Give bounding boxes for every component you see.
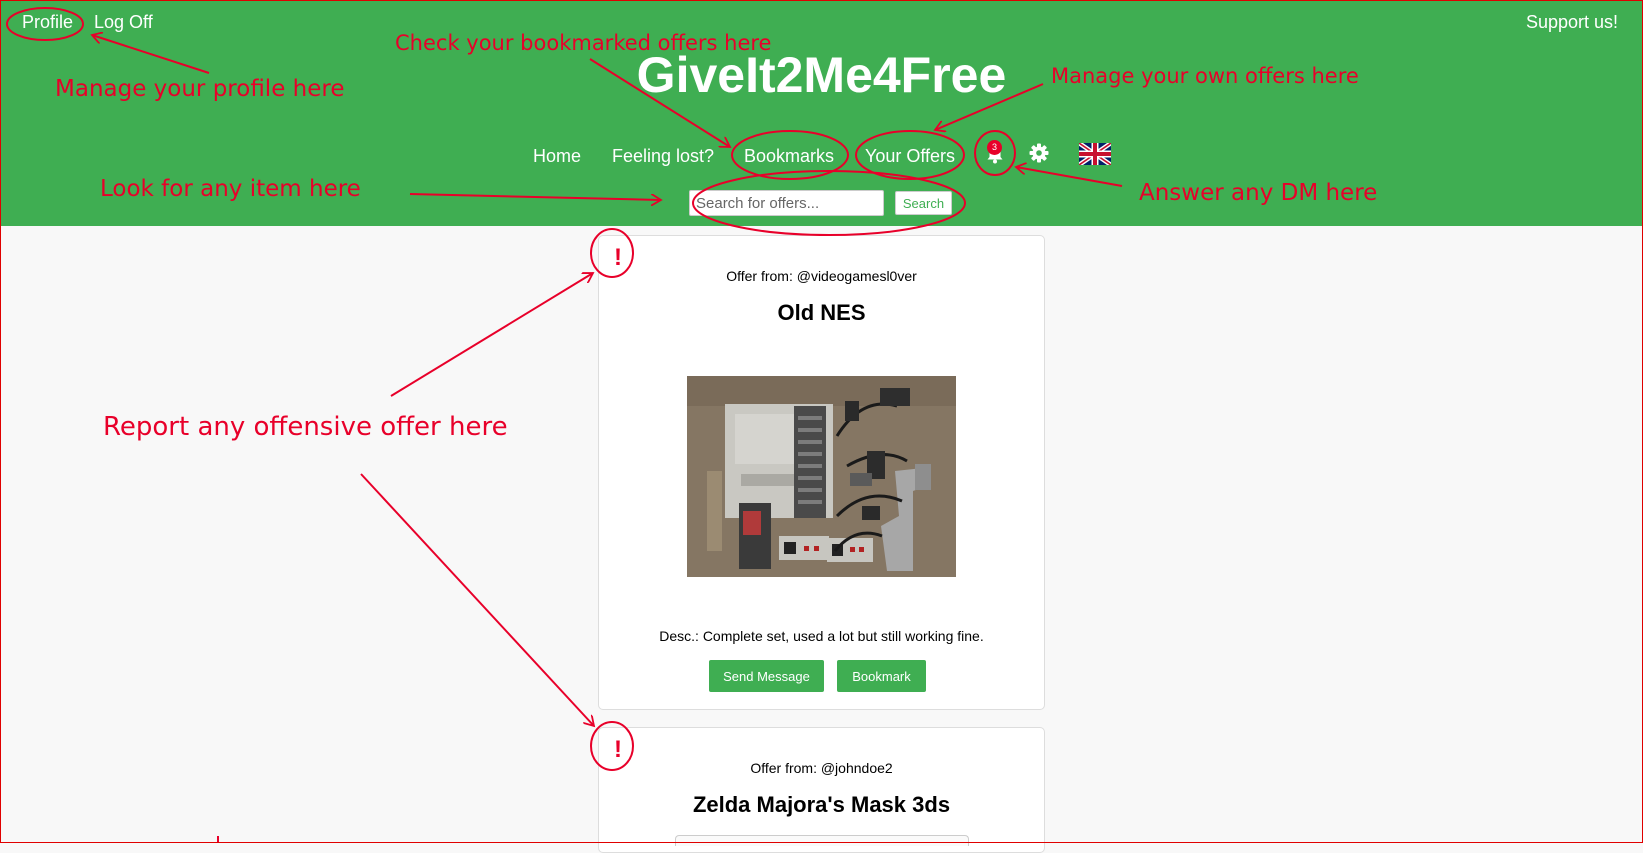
annotation-overlay (6, 7, 1123, 843)
